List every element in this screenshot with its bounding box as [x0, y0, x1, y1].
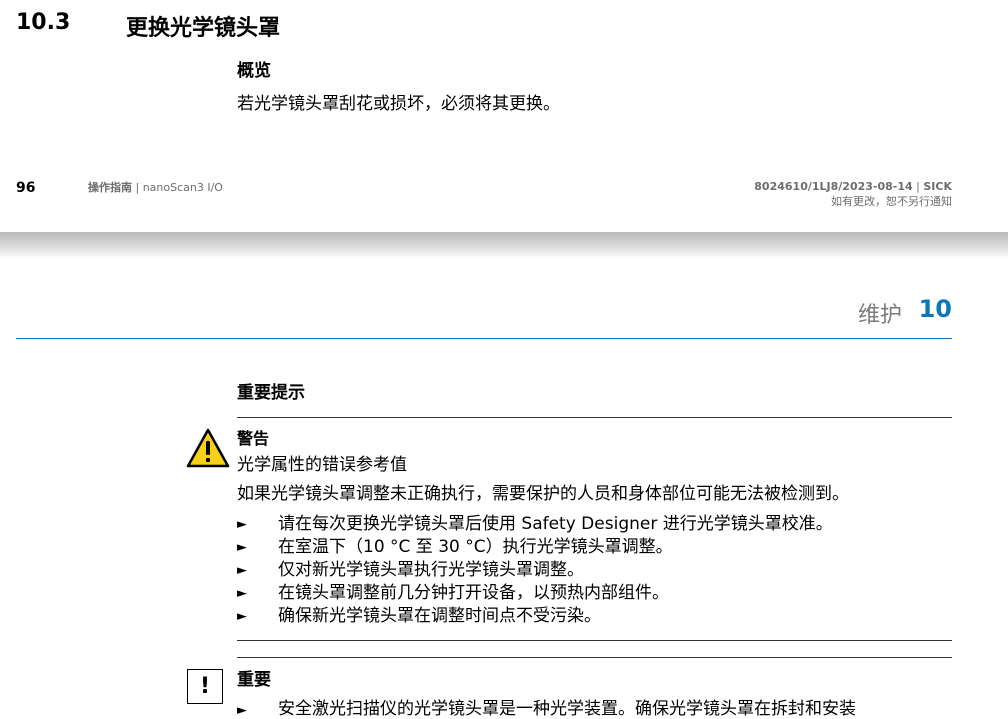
- list-item: ► 仅对新光学镜头罩执行光学镜头罩调整。: [237, 559, 952, 582]
- list-item: ► 在室温下（10 °C 至 30 °C）执行光学镜头罩调整。: [237, 536, 952, 559]
- list-item: ► 请在每次更换光学镜头罩后使用 Safety Designer 进行光学镜头罩校…: [237, 513, 952, 536]
- page-break: [0, 232, 1008, 258]
- important-top-rule: [237, 657, 952, 658]
- important-first-item: ► 安全激光扫描仪的光学镜头罩是一种光学装置。确保光学镜头罩在拆封和安装: [237, 694, 856, 719]
- footer-doc-type: 操作指南: [88, 181, 132, 194]
- warning-triangle-icon: [186, 428, 230, 468]
- header-rule: [16, 338, 952, 339]
- warning-top-rule: [237, 417, 952, 418]
- footer-doc-info: 操作指南 | nanoScan3 I/O: [88, 179, 223, 195]
- warning-subtitle: 光学属性的错误参考值: [237, 455, 407, 475]
- footer-product: nanoScan3 I/O: [142, 181, 223, 194]
- footer-doc-id: 8024610/1LJ8/2023-08-14: [754, 180, 913, 193]
- footer-separator-2: |: [912, 180, 924, 193]
- list-item: ► 确保新光学镜头罩在调整时间点不受污染。: [237, 605, 952, 628]
- warning-description: 如果光学镜头罩调整未正确执行，需要保护的人员和身体部位可能无法被检测到。: [237, 484, 849, 504]
- bullet-arrow-icon: ►: [237, 517, 247, 532]
- bullet-arrow-icon: ►: [237, 703, 247, 718]
- footer-notice: 如有更改，恕不另行通知: [831, 195, 952, 208]
- footer-separator: |: [132, 181, 143, 194]
- footer-page-number: 96: [16, 180, 36, 196]
- step-text: 请在每次更换光学镜头罩后使用 Safety Designer 进行光学镜头罩校准…: [278, 514, 833, 534]
- exclamation-box-icon: !: [187, 669, 223, 704]
- section-title: 更换光学镜头罩: [126, 16, 281, 41]
- step-text: 确保新光学镜头罩在调整时间点不受污染。: [278, 606, 601, 626]
- footer-doc-meta: 8024610/1LJ8/2023-08-14 | SICK 如有更改，恕不另行…: [754, 179, 952, 209]
- footer-brand: SICK: [923, 180, 952, 193]
- bullet-arrow-icon: ►: [237, 586, 247, 601]
- important-notes-heading: 重要提示: [237, 383, 305, 403]
- step-text: 在室温下（10 °C 至 30 °C）执行光学镜头罩调整。: [278, 537, 673, 557]
- important-title: 重要: [237, 670, 271, 690]
- bullet-arrow-icon: ►: [237, 540, 247, 555]
- warning-steps-list: ► 请在每次更换光学镜头罩后使用 Safety Designer 进行光学镜头罩校…: [237, 513, 952, 628]
- footer-doc-id-line: 8024610/1LJ8/2023-08-14 | SICK: [754, 179, 952, 194]
- list-item: ► 在镜头罩调整前几分钟打开设备，以预热内部组件。: [237, 582, 952, 605]
- step-text: 仅对新光学镜头罩执行光学镜头罩调整。: [278, 560, 584, 580]
- step-text: 在镜头罩调整前几分钟打开设备，以预热内部组件。: [278, 583, 669, 603]
- bullet-arrow-icon: ►: [237, 563, 247, 578]
- chapter-number: 10: [918, 295, 952, 323]
- chapter-title: 维护: [857, 303, 902, 328]
- important-item-text: 安全激光扫描仪的光学镜头罩是一种光学装置。确保光学镜头罩在拆封和安装: [278, 699, 856, 719]
- overview-heading: 概览: [237, 61, 271, 81]
- overview-text: 若光学镜头罩刮花或损坏，必须将其更换。: [237, 94, 560, 114]
- bullet-arrow-icon: ►: [237, 609, 247, 624]
- warning-bottom-rule: [237, 640, 952, 641]
- warning-title: 警告: [237, 429, 270, 448]
- section-number: 10.3: [16, 10, 71, 35]
